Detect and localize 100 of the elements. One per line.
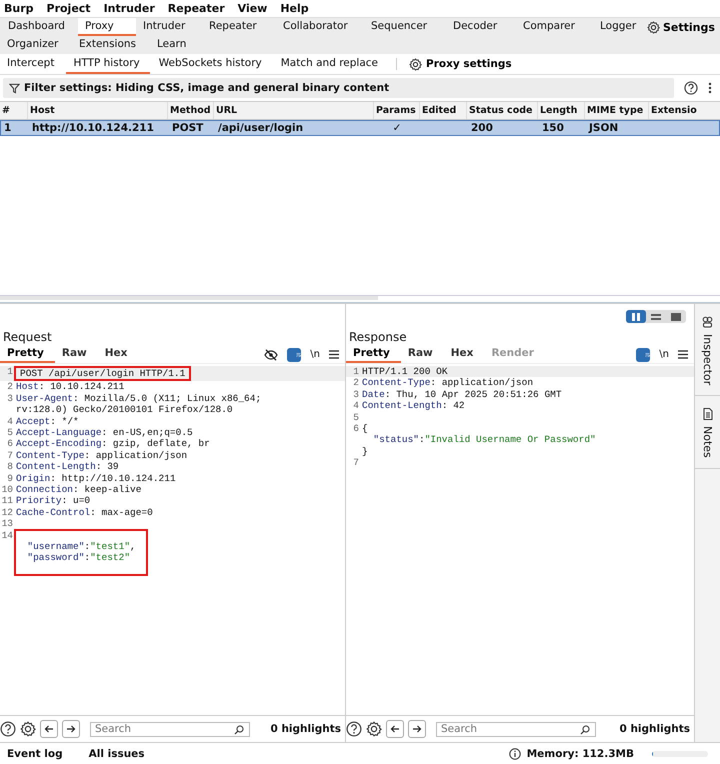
search-icon xyxy=(234,724,244,734)
back-button[interactable] xyxy=(40,720,58,738)
column-header[interactable]: Edited xyxy=(420,102,467,119)
view-tab[interactable]: Raw xyxy=(400,346,444,363)
column-header[interactable]: URL xyxy=(214,102,374,119)
line-number: 12 xyxy=(0,506,14,518)
main-tab[interactable]: Learn xyxy=(150,36,720,54)
code-line: "username":"test1", xyxy=(26,540,136,552)
column-header[interactable]: Method xyxy=(168,102,214,119)
settings-button[interactable]: Settings xyxy=(645,18,720,36)
code-line: Origin: http://10.10.124.211 xyxy=(16,472,177,484)
more-icon[interactable] xyxy=(708,82,712,94)
status-link[interactable]: Event log xyxy=(7,748,63,760)
column-header[interactable]: Extensio xyxy=(649,102,720,119)
main-tab[interactable]: Sequencer xyxy=(364,18,446,36)
wrap-toggle-icon[interactable] xyxy=(636,348,650,362)
people-icon xyxy=(702,316,713,328)
highlight-count: 0 highlights xyxy=(620,723,690,735)
code-line: HTTP/1.1 200 OK xyxy=(362,366,449,378)
main-tab[interactable]: Collaborator xyxy=(276,18,364,36)
side-tab[interactable]: Notes xyxy=(695,396,720,470)
settings-icon[interactable] xyxy=(20,721,36,737)
help-icon[interactable] xyxy=(346,721,362,737)
column-header[interactable]: MIME type xyxy=(585,102,649,119)
view-tab[interactable]: Pretty xyxy=(346,346,401,363)
newline-toggle[interactable]: \n xyxy=(310,349,320,360)
line-number: 7 xyxy=(352,457,360,469)
sub-tab[interactable]: Intercept xyxy=(0,54,64,74)
eye-slash-icon[interactable] xyxy=(264,348,278,360)
view-tab[interactable]: Hex xyxy=(444,346,484,363)
settings-icon[interactable] xyxy=(366,721,382,737)
forward-button[interactable] xyxy=(408,720,426,738)
pane-title: Response xyxy=(348,330,408,346)
view-tab[interactable]: Pretty xyxy=(0,346,55,363)
line-number: 8 xyxy=(6,461,14,473)
search-field[interactable]: Search xyxy=(436,722,596,736)
column-header[interactable]: Length xyxy=(538,102,585,119)
line-number: 5 xyxy=(6,427,14,438)
search-icon xyxy=(580,724,590,734)
code-line: POST /api/user/login HTTP/1.1 xyxy=(20,368,186,380)
filter-bar[interactable]: Filter settings: Hiding CSS, image and general binary content xyxy=(3,78,674,98)
column-header[interactable]: Host xyxy=(28,102,168,119)
menu-item[interactable]: View xyxy=(238,2,268,15)
scrollbar[interactable] xyxy=(0,296,378,300)
proxy-settings-button[interactable]: Proxy settings xyxy=(403,54,518,74)
main-tab[interactable]: Dashboard xyxy=(0,18,78,36)
menu-item[interactable]: Burp xyxy=(4,2,34,15)
main-tab[interactable]: Comparer xyxy=(516,18,593,36)
pane-title: Request xyxy=(2,330,53,346)
line-number: 7 xyxy=(6,450,14,462)
side-tab[interactable]: Inspector xyxy=(695,304,720,396)
help-icon[interactable] xyxy=(684,81,698,95)
menu-item[interactable]: Help xyxy=(280,2,309,15)
main-tab[interactable]: Logger xyxy=(593,18,645,36)
wrap-toggle-icon[interactable] xyxy=(287,348,302,362)
column-header[interactable]: Params xyxy=(374,102,420,119)
arrow-right-icon xyxy=(412,724,422,734)
filter-text: Filter settings: Hiding CSS, image and general binary content xyxy=(24,82,390,94)
main-tab[interactable]: Intruder xyxy=(136,18,202,36)
sub-tab[interactable]: Match and replace xyxy=(274,54,388,74)
main-tab[interactable]: Decoder xyxy=(446,18,516,36)
main-tab[interactable]: Proxy xyxy=(78,18,136,36)
columns-icon xyxy=(631,312,641,320)
line-number: 2 xyxy=(6,381,14,393)
info-icon xyxy=(508,748,521,760)
menu-icon[interactable] xyxy=(329,350,339,359)
help-icon[interactable] xyxy=(0,721,16,737)
highlight-count: 0 highlights xyxy=(270,723,341,735)
view-tab[interactable]: Raw xyxy=(54,346,98,363)
code-line: Priority: u=0 xyxy=(16,495,92,507)
settings-icon xyxy=(647,20,660,34)
table-row[interactable]: 1 http://10.10.124.211 POST /api/user/login ✓ 200 150 JSON xyxy=(0,120,720,136)
sub-tab[interactable]: HTTP history xyxy=(66,54,150,74)
newline-toggle[interactable]: \n xyxy=(659,349,669,360)
table-cell: ✓ xyxy=(392,122,402,134)
column-header[interactable]: Status code xyxy=(467,102,538,119)
menu-item[interactable]: Repeater xyxy=(168,2,225,15)
code-line: "status":"Invalid Username Or Password" xyxy=(372,434,597,446)
table-cell: /api/user/login xyxy=(218,122,304,134)
back-button[interactable] xyxy=(386,720,404,738)
line-number: 6 xyxy=(352,423,360,434)
search-field[interactable]: Search xyxy=(90,722,250,736)
line-number: 6 xyxy=(6,438,14,450)
line-number: 9 xyxy=(6,472,14,484)
table-cell: http://10.10.124.211 xyxy=(32,122,154,134)
main-tab[interactable]: Extensions xyxy=(72,36,150,54)
layout-toggle[interactable] xyxy=(626,310,646,323)
line-number: 11 xyxy=(0,495,14,507)
column-header[interactable]: # xyxy=(0,102,28,119)
menu-item[interactable]: Project xyxy=(46,2,91,15)
main-tab[interactable]: Repeater xyxy=(202,18,276,36)
view-tab[interactable]: Hex xyxy=(98,346,138,363)
status-link[interactable]: All issues xyxy=(88,748,145,760)
main-tab[interactable]: Organizer xyxy=(0,36,72,54)
menu-item[interactable]: Intruder xyxy=(104,2,155,15)
code-line: Host: 10.10.124.211 xyxy=(16,381,126,393)
forward-button[interactable] xyxy=(62,720,80,738)
sub-tab[interactable]: WebSockets history xyxy=(152,54,272,74)
menu-icon[interactable] xyxy=(678,350,688,359)
code-line: Accept-Encoding: gzip, deflate, br xyxy=(16,438,211,450)
